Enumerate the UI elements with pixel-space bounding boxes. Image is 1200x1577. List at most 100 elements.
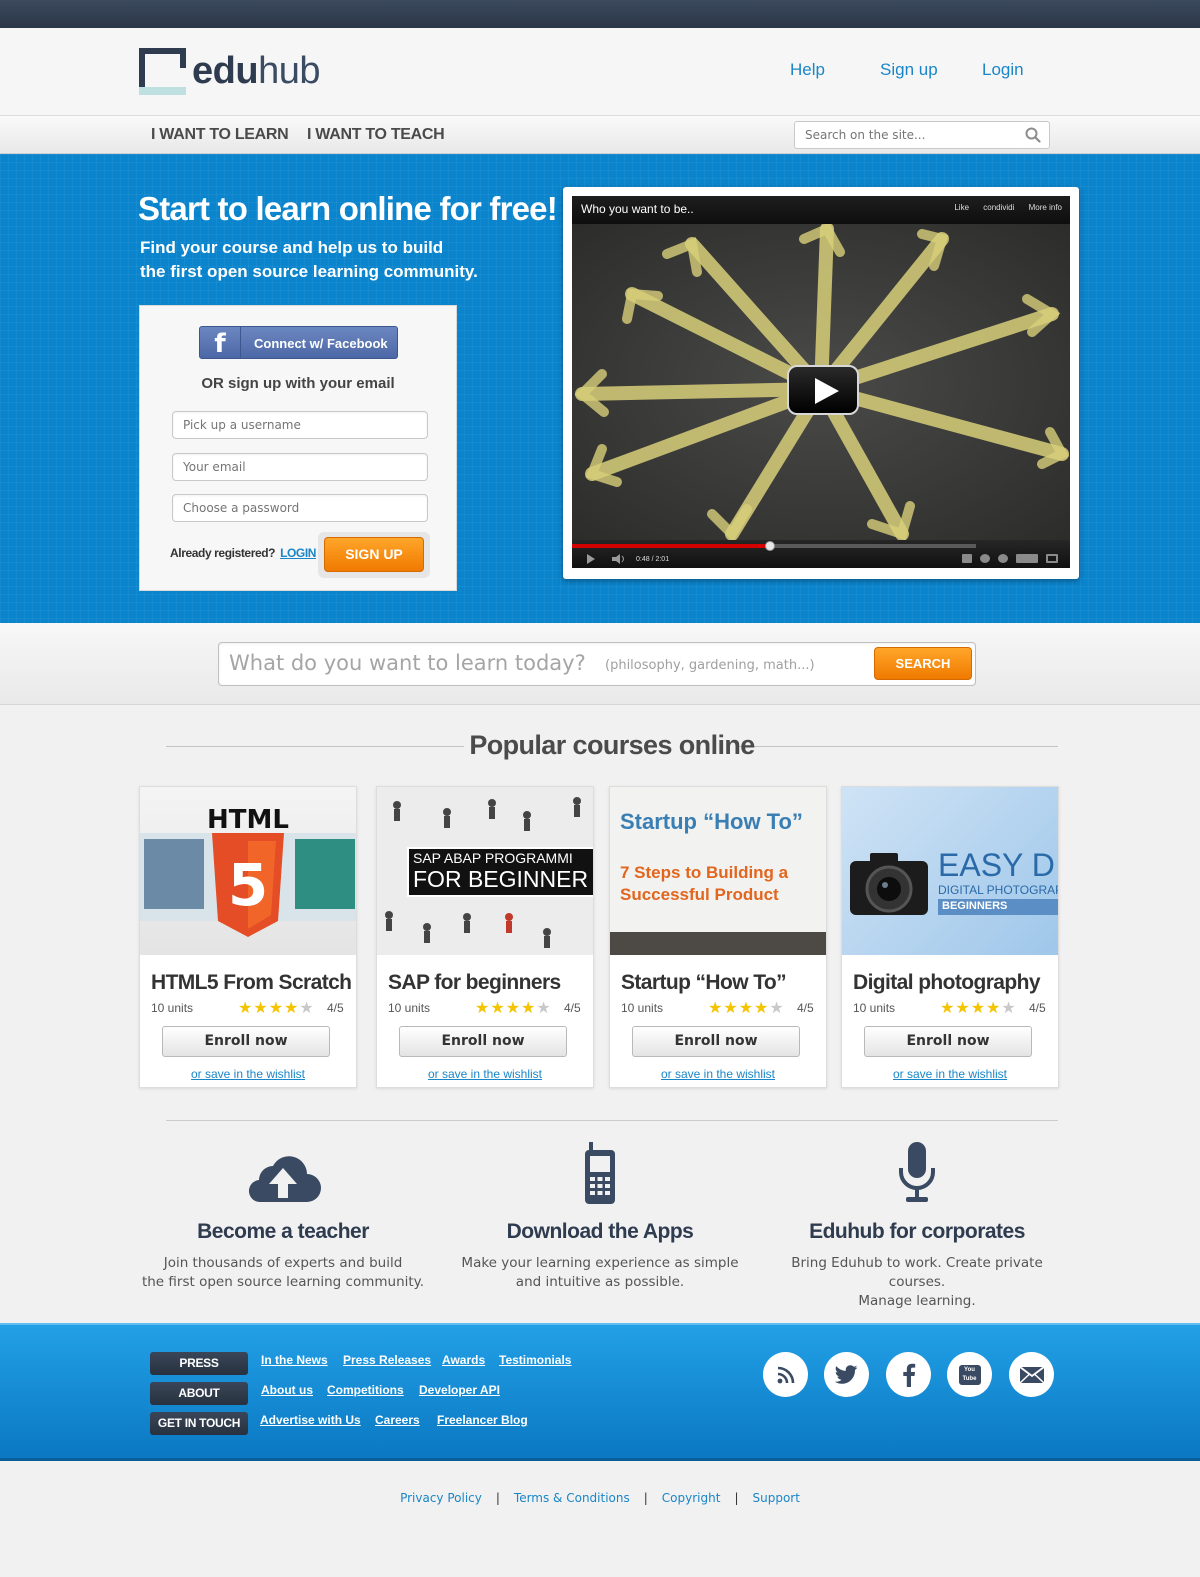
video-share[interactable]: condividi xyxy=(983,203,1014,212)
footer-label-about: ABOUT xyxy=(150,1382,248,1405)
footer-link[interactable]: Freelancer Blog xyxy=(437,1413,528,1427)
youtube-button[interactable]: You Tube xyxy=(947,1352,992,1397)
course-thumbnail[interactable]: EASY D DIGITAL PHOTOGRAP BEGINNERS xyxy=(842,787,1058,955)
support-link[interactable]: Support xyxy=(752,1491,799,1505)
fullscreen-icon[interactable] xyxy=(1046,554,1058,563)
course-thumbnail[interactable]: HTML 5 xyxy=(140,787,356,955)
or-signup-text: OR sign up with your email xyxy=(201,375,395,392)
course-title[interactable]: HTML5 From Scratch xyxy=(151,971,352,995)
course-card: SAP ABAP PROGRAMMI FOR BEGINNER SAP for … xyxy=(376,786,594,1088)
footer-link[interactable]: Careers xyxy=(375,1413,420,1427)
volume-icon[interactable] xyxy=(612,554,626,564)
rating-value: 4/5 xyxy=(1029,1001,1046,1015)
login-link[interactable]: Login xyxy=(982,60,1024,80)
enroll-button[interactable]: Enroll now xyxy=(399,1026,567,1057)
rss-button[interactable] xyxy=(763,1352,808,1397)
signup-button[interactable]: SIGN UP xyxy=(324,537,424,572)
course-units: 10 units xyxy=(621,1001,664,1015)
email-field[interactable] xyxy=(172,453,428,481)
nav-learn[interactable]: I WANT TO LEARN xyxy=(151,126,289,144)
video-actions: Like condividi More info xyxy=(942,203,1062,212)
facebook-connect-button[interactable]: f Connect w/ Facebook xyxy=(199,326,398,359)
password-field[interactable] xyxy=(172,494,428,522)
course-thumbnail[interactable]: Startup “How To” 7 Steps to Building a S… xyxy=(610,787,826,955)
course-title[interactable]: SAP for beginners xyxy=(388,971,561,995)
play-button[interactable] xyxy=(787,365,859,415)
copyright-link[interactable]: Copyright xyxy=(662,1491,721,1505)
video-more-info[interactable]: More info xyxy=(1029,203,1062,212)
star-rating: ★★★★★ xyxy=(940,1000,1017,1017)
wishlist-link[interactable]: or save in the wishlist xyxy=(842,1067,1058,1081)
feature-teacher: Become a teacher Join thousands of exper… xyxy=(138,1140,428,1292)
main-search-hint: (philosophy, gardening, math...) xyxy=(605,658,815,673)
feature-text: Join thousands of experts and build the f… xyxy=(141,1255,425,1290)
logo[interactable]: eduhub xyxy=(139,47,320,95)
email-button[interactable] xyxy=(1009,1352,1054,1397)
mobile-phone-icon xyxy=(585,1142,615,1204)
footer-link[interactable]: Competitions xyxy=(327,1383,404,1397)
main-search-box[interactable]: What do you want to learn today? (philos… xyxy=(218,642,976,686)
search-icon[interactable] xyxy=(1025,127,1041,143)
video-scrubber[interactable] xyxy=(764,541,775,551)
feature-corporates: Eduhub for corporates Bring Eduhub to wo… xyxy=(772,1140,1062,1311)
main-search-button[interactable]: SEARCH xyxy=(874,647,972,680)
facebook-button[interactable] xyxy=(886,1352,931,1397)
rating-value: 4/5 xyxy=(564,1001,581,1015)
video-player[interactable]: Who you want to be.. Like condividi More… xyxy=(572,196,1070,568)
twitter-button[interactable] xyxy=(824,1352,869,1397)
twitter-icon xyxy=(834,1364,858,1384)
feature-title: Eduhub for corporates xyxy=(809,1220,1025,1243)
html5-shield-icon: 5 xyxy=(212,833,284,937)
annotations-icon[interactable] xyxy=(998,554,1008,563)
captions-icon[interactable] xyxy=(962,554,972,563)
wishlist-link[interactable]: or save in the wishlist xyxy=(140,1067,356,1081)
play-small-icon[interactable] xyxy=(586,554,596,564)
enroll-button[interactable]: Enroll now xyxy=(162,1026,330,1057)
terms-link[interactable]: Terms & Conditions xyxy=(514,1491,630,1505)
signup-link[interactable]: Sign up xyxy=(880,60,938,80)
main-search-placeholder[interactable]: What do you want to learn today? xyxy=(229,651,586,675)
svg-text:5: 5 xyxy=(228,851,268,919)
bottom-bar: Privacy Policy | Terms & Conditions | Copyri… xyxy=(0,1461,1200,1577)
footer-link[interactable]: Awards xyxy=(442,1353,485,1367)
username-field[interactable] xyxy=(172,411,428,439)
footer: PRESS In the News Press Releases Awards … xyxy=(0,1323,1200,1461)
course-units: 10 units xyxy=(151,1001,194,1015)
footer-link[interactable]: Press Releases xyxy=(343,1353,431,1367)
privacy-policy-link[interactable]: Privacy Policy xyxy=(400,1491,482,1505)
course-title[interactable]: Startup “How To” xyxy=(621,971,787,995)
site-search-input[interactable] xyxy=(795,122,1015,148)
footer-link[interactable]: In the News xyxy=(261,1353,328,1367)
login-inline-link[interactable]: LOGIN xyxy=(280,546,316,560)
video-like[interactable]: Like xyxy=(954,203,969,212)
feature-text: Make your learning experience as simple a… xyxy=(461,1255,739,1290)
footer-link[interactable]: Advertise with Us xyxy=(260,1413,361,1427)
rss-icon xyxy=(777,1366,794,1383)
youtube-logo-icon[interactable] xyxy=(1016,554,1038,563)
nav-teach[interactable]: I WANT TO TEACH xyxy=(307,126,445,144)
footer-link[interactable]: About us xyxy=(261,1383,313,1397)
footer-link[interactable]: Developer API xyxy=(419,1383,500,1397)
wishlist-link[interactable]: or save in the wishlist xyxy=(377,1067,593,1081)
help-link[interactable]: Help xyxy=(790,60,825,80)
course-title[interactable]: Digital photography xyxy=(853,971,1041,995)
logo-text: eduhub xyxy=(192,50,320,92)
enroll-button[interactable]: Enroll now xyxy=(864,1026,1032,1057)
video-screen[interactable] xyxy=(572,222,1070,543)
camera-icon xyxy=(850,853,928,915)
enroll-button[interactable]: Enroll now xyxy=(632,1026,800,1057)
site-header: eduhub Help Sign up Login xyxy=(0,28,1200,116)
search-band: What do you want to learn today? (philos… xyxy=(0,623,1200,705)
footer-link[interactable]: Testimonials xyxy=(499,1353,571,1367)
course-thumbnail[interactable]: SAP ABAP PROGRAMMI FOR BEGINNER xyxy=(377,787,593,955)
section-divider xyxy=(166,1120,1058,1121)
logo-mark-icon xyxy=(139,47,186,95)
star-rating: ★★★★★ xyxy=(238,1000,315,1017)
video-frame: Who you want to be.. Like condividi More… xyxy=(563,187,1079,579)
hero-title: Start to learn online for free! xyxy=(138,190,558,227)
wishlist-link[interactable]: or save in the wishlist xyxy=(610,1067,826,1081)
settings-icon[interactable] xyxy=(980,554,990,563)
video-time: 0:48 / 2:01 xyxy=(636,556,670,563)
email-icon xyxy=(1018,1365,1045,1384)
video-titlebar: Who you want to be.. Like condividi More… xyxy=(572,196,1070,224)
